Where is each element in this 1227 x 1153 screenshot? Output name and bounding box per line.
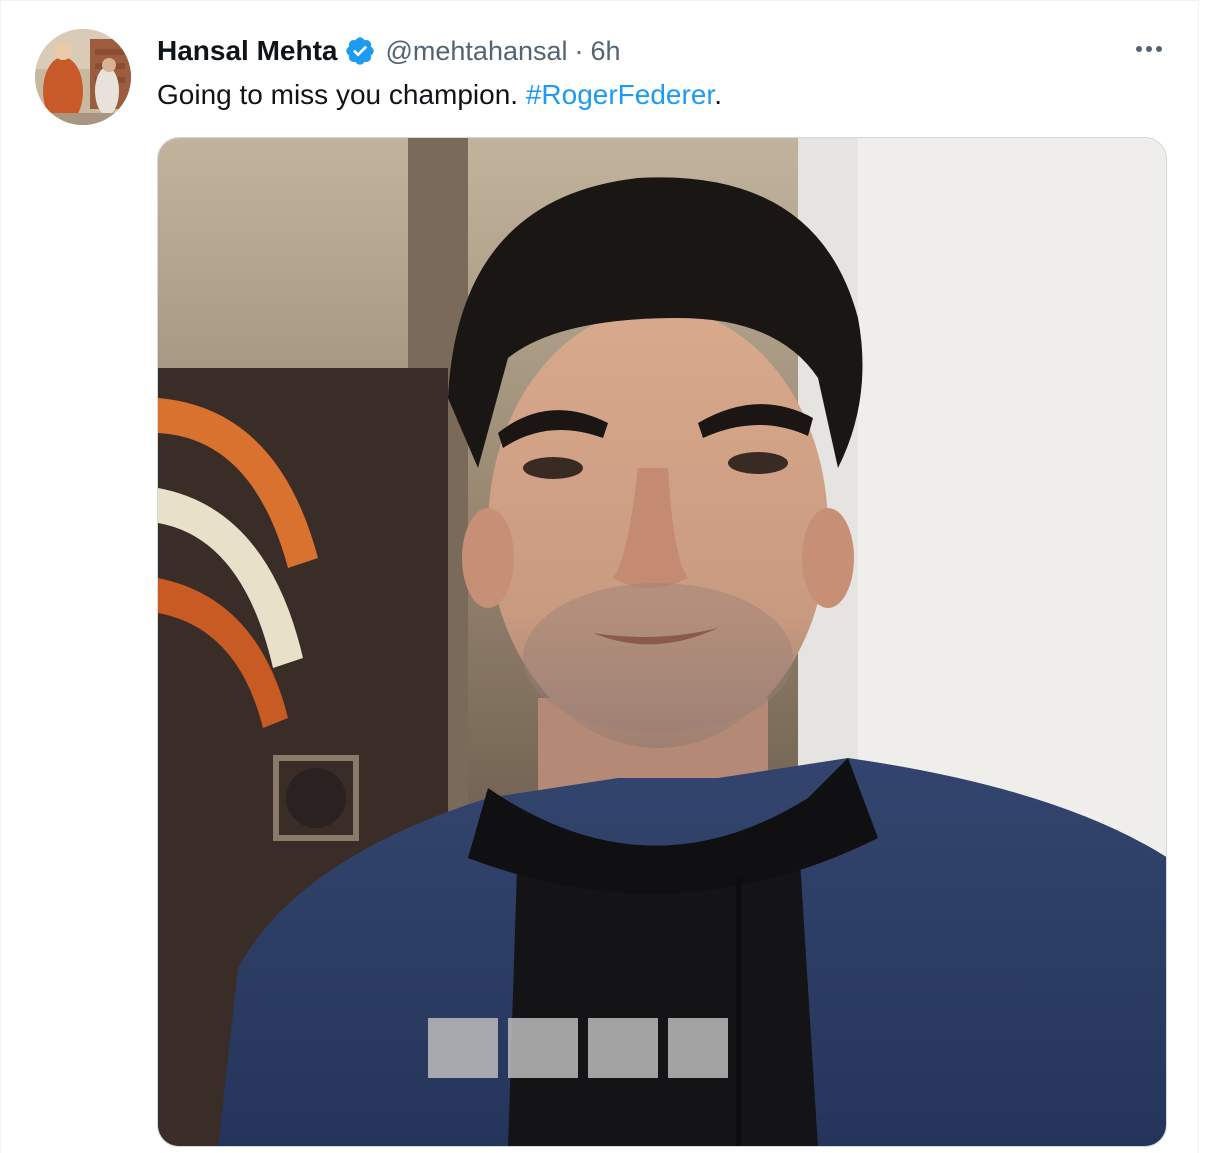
- author-avatar[interactable]: [35, 29, 131, 125]
- hashtag-link[interactable]: #RogerFederer: [526, 79, 714, 110]
- verified-badge-icon: [344, 35, 376, 67]
- tweet-header: Hansal Mehta @mehtahansal · 6h: [157, 31, 621, 71]
- tweet-card[interactable]: Hansal Mehta @mehtahansal · 6h Going to …: [0, 0, 1199, 1153]
- tweet-timestamp[interactable]: 6h: [591, 36, 621, 67]
- tweet-text: Going to miss you champion. #RogerFedere…: [157, 75, 722, 115]
- tweet-text-body: Going to miss you champion.: [157, 79, 526, 110]
- author-handle[interactable]: @mehtahansal: [386, 36, 568, 67]
- photo-of-man-in-navy-jacket: [158, 138, 1166, 1146]
- separator-dot: ·: [574, 35, 584, 66]
- tweet-text-end: .: [714, 79, 722, 110]
- author-display-name[interactable]: Hansal Mehta: [157, 35, 338, 67]
- avatar-image: [35, 29, 131, 125]
- more-horizontal-icon: [1136, 46, 1162, 52]
- more-options-button[interactable]: [1125, 29, 1173, 69]
- tweet-media-photo[interactable]: [157, 137, 1167, 1147]
